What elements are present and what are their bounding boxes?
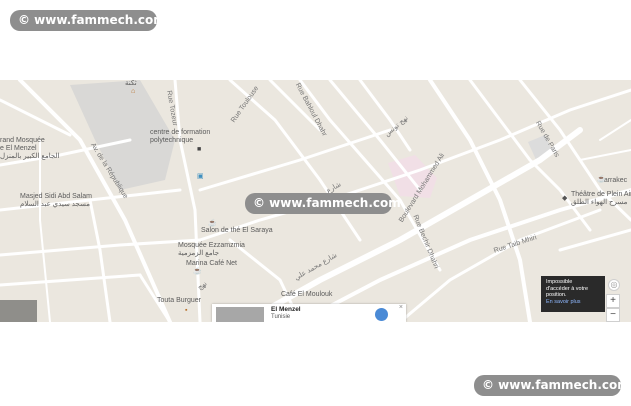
place-label: جامع الزمزمية — [178, 250, 220, 257]
theatre-pin-icon[interactable]: ◆ — [562, 194, 567, 202]
directions-icon[interactable] — [375, 308, 388, 321]
place-card-name: El Menzel — [271, 306, 301, 313]
place-camp[interactable]: ثكنة — [125, 80, 137, 88]
zoom-in-button[interactable]: + — [606, 294, 620, 308]
place-cafe[interactable]: Café El Moulouk — [281, 291, 332, 299]
place-label: e El Menzel — [0, 145, 37, 152]
my-location-icon[interactable]: ◎ — [608, 279, 620, 291]
place-label: polytechnique — [150, 137, 194, 144]
satellite-toggle[interactable] — [0, 300, 37, 322]
cafe-pin-icon[interactable]: ☕ — [208, 219, 217, 227]
place-touta[interactable]: Touta Burguer — [157, 297, 201, 305]
school-pin-icon[interactable]: ■ — [197, 146, 201, 153]
place-label: Mosquée Ezzamzmia — [178, 242, 245, 249]
place-label: مسرح الهواء الطلق — [571, 199, 628, 206]
learn-more-link[interactable]: En savoir plus — [546, 299, 600, 306]
place-photo[interactable] — [216, 307, 264, 322]
place-masjed-sidi[interactable]: Masjed Sidi Abd Salam مسجد سيدي عبد السل… — [20, 193, 92, 209]
place-label: rand Mosquée — [0, 137, 45, 144]
restaurant-pin-icon[interactable]: ☕ — [193, 267, 202, 275]
marrakech-pin-icon[interactable]: ☕ — [597, 175, 606, 183]
place-formation[interactable]: centre de formation polytechnique — [150, 129, 210, 145]
watermark-center: © www.fammech.com — [245, 193, 401, 214]
place-mosquee-ezzamzmia[interactable]: Mosquée Ezzamzmia جامع الزمزمية — [178, 242, 245, 258]
camp-pin-icon[interactable]: ⌂ — [131, 88, 135, 95]
place-theatre[interactable]: Théâtre de Plein Air مسرح الهواء الطلق — [571, 191, 631, 207]
food-pin-icon[interactable]: ▪ — [185, 307, 187, 314]
place-label: الجامع الكبير بالمنزل — [0, 153, 60, 160]
place-label: centre de formation — [150, 129, 211, 136]
watermark-bottom: © www.fammech.com — [474, 375, 630, 396]
place-card[interactable]: El Menzel Tunisie × — [212, 304, 406, 322]
place-label: Masjed Sidi Abd Salam — [20, 193, 92, 200]
place-salon[interactable]: Salon de thé El Saraya — [201, 227, 273, 235]
watermark-top: © www.fammech.com — [10, 10, 166, 31]
place-grand-mosque[interactable]: rand Mosquée e El Menzel الجامع الكبير ب… — [0, 137, 59, 161]
place-card-country: Tunisie — [271, 314, 291, 320]
close-icon[interactable]: × — [399, 304, 403, 311]
place-label: مسجد سيدي عبد السلام — [20, 201, 90, 208]
geolocation-error-popup: Impossible d'accéder à votre position. E… — [541, 276, 605, 312]
bus-stop-icon[interactable]: ▣ — [197, 172, 204, 180]
zoom-out-button[interactable]: − — [606, 308, 620, 322]
place-label: Théâtre de Plein Air — [571, 191, 631, 198]
